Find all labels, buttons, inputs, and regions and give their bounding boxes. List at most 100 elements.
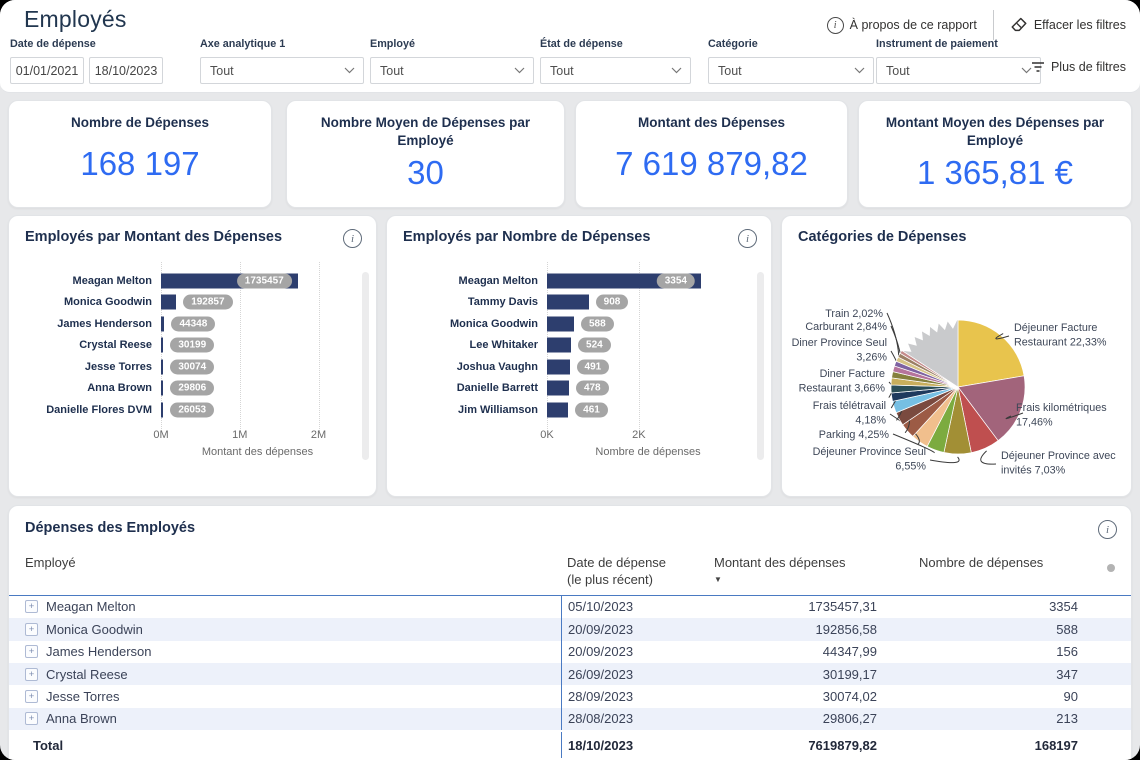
clear-filters-button[interactable]: Effacer les filtres <box>1010 16 1126 34</box>
kpi-value: 30 <box>287 154 564 192</box>
bar-category-label: Jesse Torres <box>85 361 152 373</box>
table-scrollbar-thumb[interactable] <box>1107 564 1115 572</box>
pie-label: Déjeuner Facture <box>1014 322 1097 334</box>
table-row[interactable]: +Meagan Melton05/10/20231735457,313354 <box>9 596 1131 618</box>
chart-title: Employés par Montant des Dépenses <box>25 229 282 245</box>
column-header-employe[interactable]: Employé <box>9 547 561 595</box>
table-row[interactable]: +Jesse Torres28/09/202330074,0290 <box>9 685 1131 707</box>
bar-value-label: 3354 <box>657 273 695 288</box>
bar-category-label: Monica Goodwin <box>450 318 538 330</box>
bar-value-label: 491 <box>577 359 610 374</box>
expand-row-button[interactable]: + <box>25 600 38 613</box>
column-header-nombre[interactable]: Nombre de dépenses <box>881 547 1106 595</box>
bar-value-label: 908 <box>596 295 629 310</box>
kpi-label: Montant des Dépenses <box>576 101 847 141</box>
expand-row-button[interactable]: + <box>25 623 38 636</box>
bar-category-label: Danielle Barrett <box>457 382 538 394</box>
bar-row: Tammy Davis908 <box>547 292 749 314</box>
chevron-down-icon <box>344 67 355 74</box>
bar[interactable] <box>161 359 163 374</box>
date-to-input[interactable]: 18/10/2023 <box>89 57 163 84</box>
axis-tick-label: 1M <box>232 429 247 441</box>
more-filters-button[interactable]: Plus de filtres <box>1031 60 1126 74</box>
etat-depense-dropdown[interactable]: Tout <box>540 57 691 84</box>
expand-row-button[interactable]: + <box>25 690 38 703</box>
kpi-card-nombre-moyen: Nombre Moyen de Dépenses par Employé 30 <box>286 100 565 208</box>
pie-label: Diner Province Seul <box>792 337 887 349</box>
cell-date: 20/09/2023 <box>561 641 701 663</box>
table-row[interactable]: +Monica Goodwin20/09/2023192856,58588 <box>9 618 1131 640</box>
cell-count: 156 <box>881 641 1106 663</box>
cell-employee: +Anna Brown <box>9 708 561 730</box>
pie-label: invités 7,03% <box>1001 465 1066 477</box>
column-header-date[interactable]: Date de dépense (le plus récent) <box>561 547 701 595</box>
bar-row: Anna Brown29806 <box>161 378 354 400</box>
table-row[interactable]: +Crystal Reese26/09/202330199,17347 <box>9 663 1131 685</box>
employe-dropdown[interactable]: Tout <box>370 57 534 84</box>
table-title: Dépenses des Employés <box>25 520 195 536</box>
dropdown-value: Tout <box>210 64 234 78</box>
cell-count: 90 <box>881 685 1106 707</box>
cell-count: 3354 <box>881 596 1106 618</box>
bar-value-label: 1735457 <box>237 273 292 288</box>
clear-filters-label: Effacer les filtres <box>1034 18 1126 32</box>
cell-amount: 29806,27 <box>701 708 881 730</box>
bar-category-label: Jim Williamson <box>458 404 538 416</box>
bar-value-label: 588 <box>581 316 614 331</box>
cell-date: 26/09/2023 <box>561 663 701 685</box>
cell-count: 588 <box>881 618 1106 640</box>
bar[interactable] <box>161 295 176 310</box>
kpi-card-nombre-depenses: Nombre de Dépenses 168 197 <box>8 100 272 208</box>
bar[interactable] <box>161 316 164 331</box>
instrument-paiement-dropdown[interactable]: Tout <box>876 57 1041 84</box>
expand-row-button[interactable]: + <box>25 668 38 681</box>
column-header-montant[interactable]: Montant des dépenses ▼ <box>701 547 881 595</box>
info-icon: i <box>827 17 844 34</box>
axis-tick-label: 2M <box>311 429 326 441</box>
bar-row: Lee Whitaker524 <box>547 335 749 357</box>
date-from-input[interactable]: 01/01/2021 <box>10 57 84 84</box>
pie-label: Diner Facture <box>820 368 885 380</box>
dropdown-value: Tout <box>550 64 574 78</box>
info-icon[interactable]: i <box>738 229 757 248</box>
categorie-dropdown[interactable]: Tout <box>708 57 874 84</box>
table-row[interactable]: +Anna Brown28/08/202329806,27213 <box>9 708 1131 730</box>
eraser-icon <box>1010 16 1028 34</box>
bar[interactable] <box>161 381 163 396</box>
table-row[interactable]: +James Henderson20/09/202344347,99156 <box>9 641 1131 663</box>
cell-amount: 30199,17 <box>701 663 881 685</box>
bar-value-label: 192857 <box>183 295 232 310</box>
chart-scrollbar[interactable] <box>757 272 764 460</box>
expand-row-button[interactable]: + <box>25 645 38 658</box>
bar-row: Joshua Vaughn491 <box>547 356 749 378</box>
filter-axe-analytique: Axe analytique 1 Tout <box>200 38 364 84</box>
bar-plot-area: Meagan Melton1735457Monica Goodwin192857… <box>161 270 354 421</box>
bar[interactable] <box>547 381 569 396</box>
expand-row-button[interactable]: + <box>25 712 38 725</box>
bar[interactable] <box>161 338 163 353</box>
cell-date: 28/08/2023 <box>561 708 701 730</box>
cell-amount: 1735457,31 <box>701 596 881 618</box>
kpi-card-montant-moyen: Montant Moyen des Dépenses par Employé 1… <box>858 100 1132 208</box>
bar-category-label: Lee Whitaker <box>470 339 538 351</box>
axe-analytique-dropdown[interactable]: Tout <box>200 57 364 84</box>
bar-value-label: 478 <box>576 381 609 396</box>
bar[interactable] <box>547 359 570 374</box>
axis-tick-label: 0K <box>540 429 553 441</box>
bar[interactable] <box>161 402 163 417</box>
pie-leader-line <box>981 451 996 464</box>
bar[interactable] <box>547 338 571 353</box>
about-report-button[interactable]: i À propos de ce rapport <box>827 17 977 34</box>
bar[interactable] <box>547 316 574 331</box>
pie-label: Parking 4,25% <box>819 429 890 441</box>
bar[interactable] <box>547 295 589 310</box>
bar-value-label: 29806 <box>170 381 214 396</box>
cell-employee: +Crystal Reese <box>9 663 561 685</box>
bar[interactable] <box>547 402 568 417</box>
bar-category-label: Meagan Melton <box>73 275 152 287</box>
chart-scrollbar[interactable] <box>362 272 369 460</box>
bar-value-label: 461 <box>575 402 608 417</box>
info-icon[interactable]: i <box>343 229 362 248</box>
bar-row: Danielle Barrett478 <box>547 378 749 400</box>
info-icon[interactable]: i <box>1098 520 1117 539</box>
